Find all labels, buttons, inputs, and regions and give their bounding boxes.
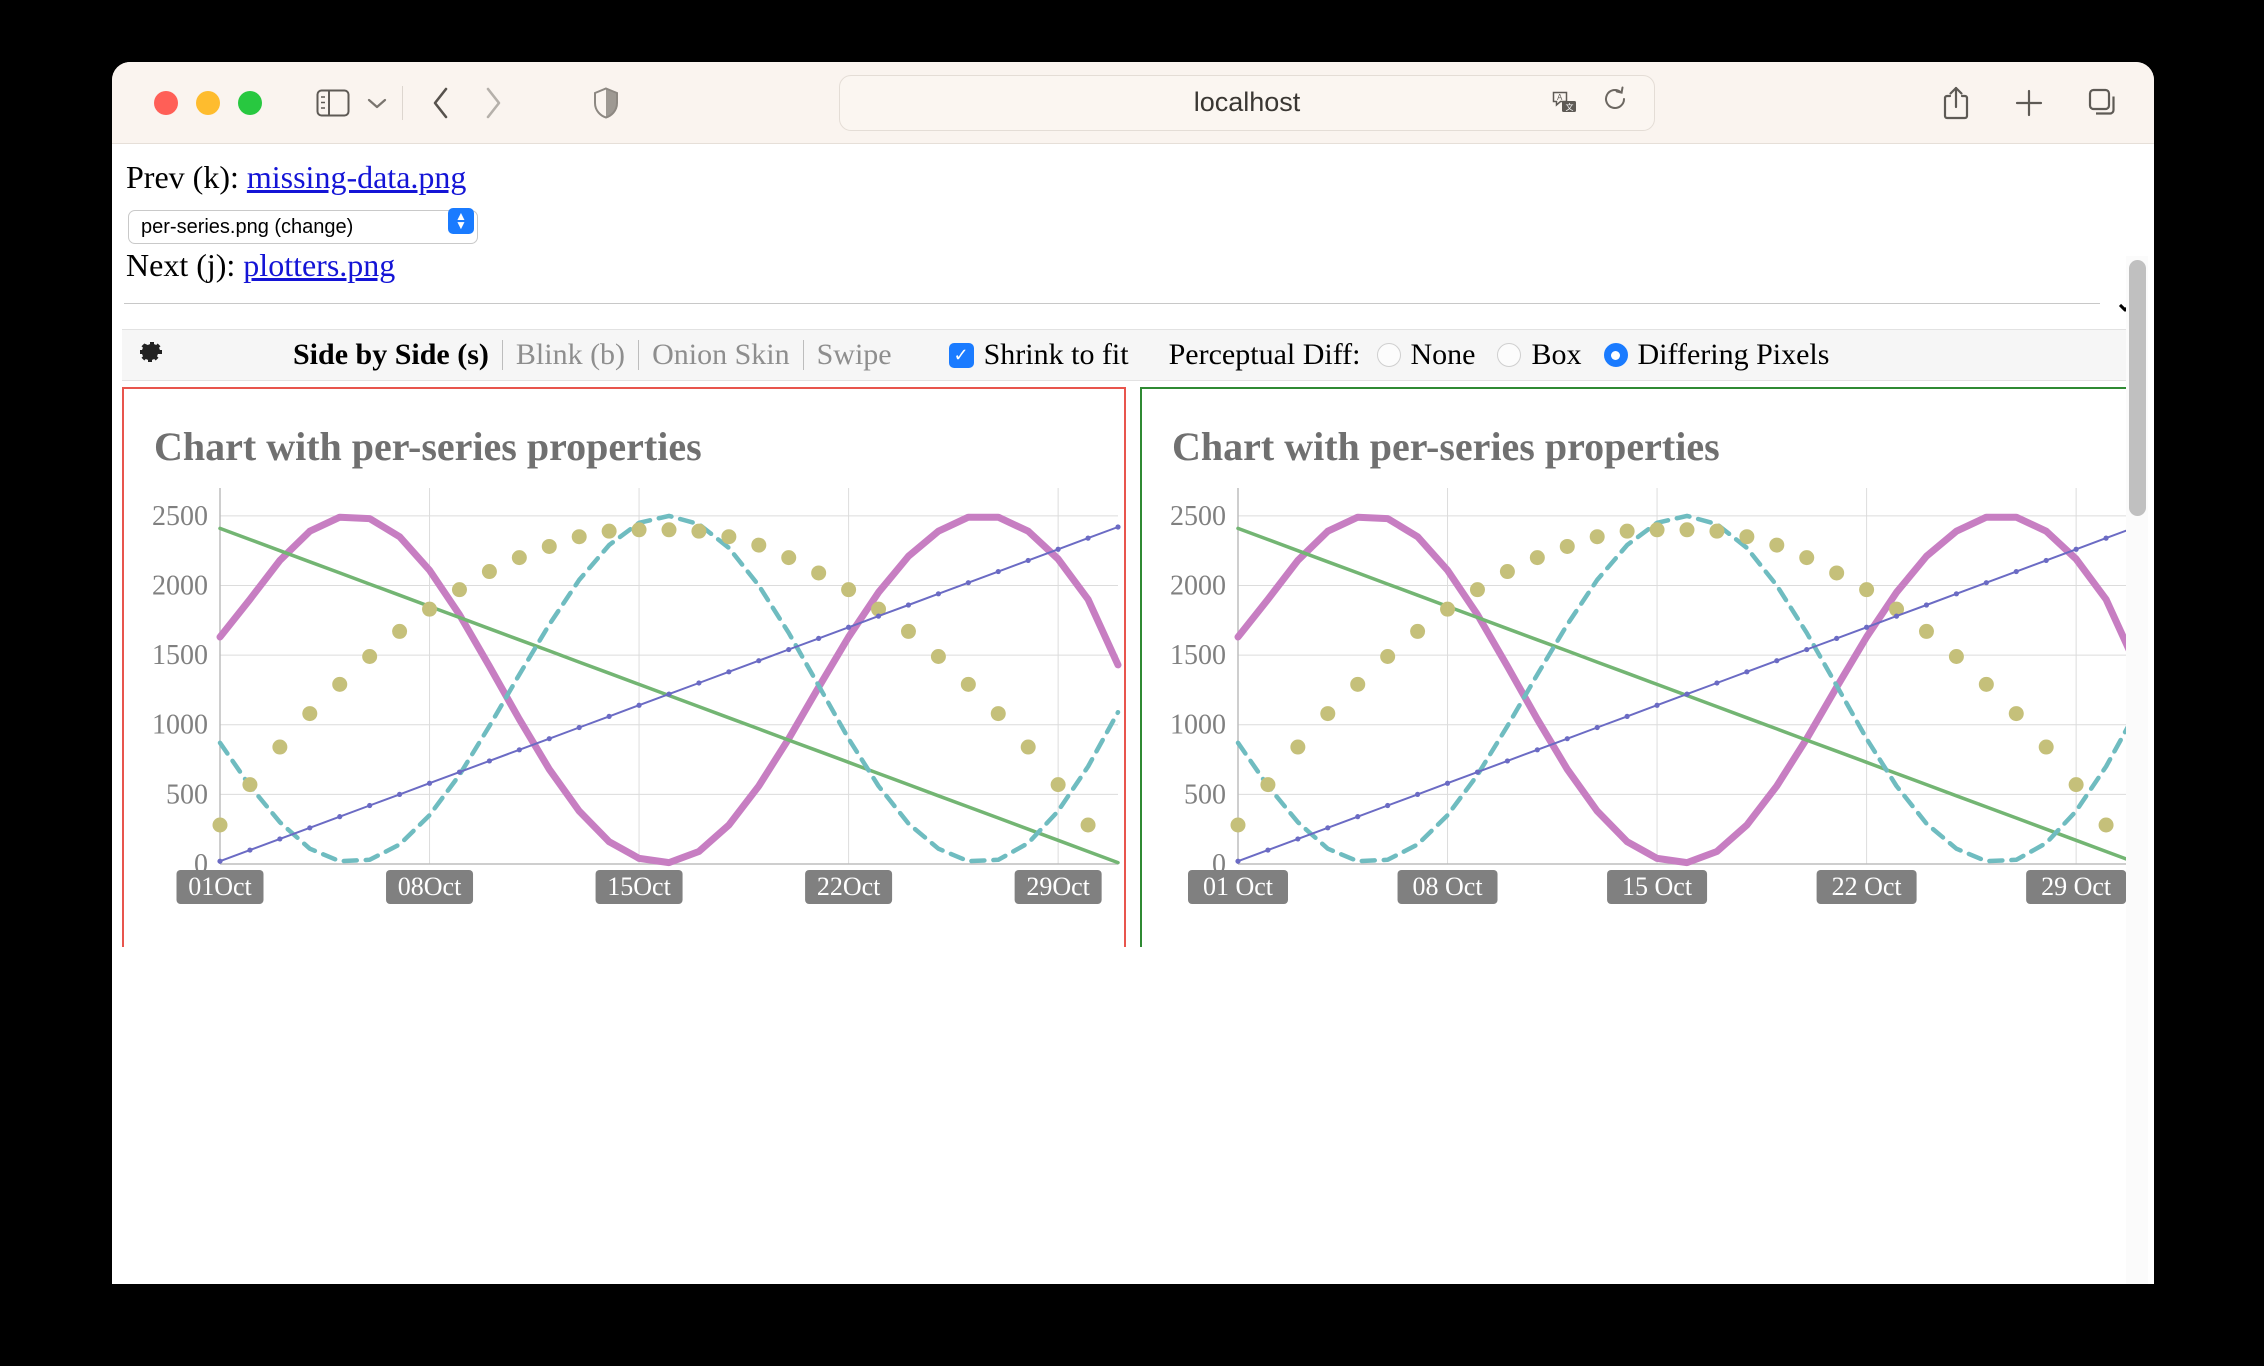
prev-line: Prev (k): missing-data.png: [126, 158, 2154, 198]
navigation-area: Prev (k): missing-data.png per-series.pn…: [112, 144, 2154, 286]
svg-text:22Oct: 22Oct: [817, 872, 881, 901]
shrink-to-fit-checkbox[interactable]: ✓: [948, 342, 974, 368]
toolbar-divider: [402, 85, 403, 120]
chart-right: 0 500 1000 1500 2000 2500 01 Oct 08 Oct 15 Oct 22…: [1142, 470, 2142, 922]
gear-icon[interactable]: [138, 339, 164, 372]
svg-text:15Oct: 15Oct: [607, 872, 671, 901]
sidebar-icon[interactable]: [316, 89, 350, 117]
traffic-lights: [154, 90, 262, 115]
tab-swipe[interactable]: Swipe: [802, 340, 905, 371]
svg-text:29 Oct: 29 Oct: [2041, 872, 2112, 901]
svg-text:29Oct: 29Oct: [1026, 872, 1090, 901]
tab-blink[interactable]: Blink (b): [501, 340, 638, 371]
svg-text:1000: 1000: [152, 710, 208, 741]
zoom-window-button[interactable]: [238, 90, 262, 115]
chrome-right-icons: [1942, 86, 2118, 120]
radio-none[interactable]: [1376, 343, 1401, 368]
browser-toolbar: localhost A 文: [112, 62, 2154, 144]
perceptual-diff-none[interactable]: None: [1376, 338, 1476, 372]
minimize-window-button[interactable]: [196, 90, 220, 115]
radio-box-label: Box: [1531, 338, 1582, 372]
svg-text:15 Oct: 15 Oct: [1622, 872, 1693, 901]
svg-text:1000: 1000: [1170, 710, 1226, 741]
shield-icon[interactable]: [593, 86, 619, 119]
plus-icon[interactable]: [2014, 88, 2044, 118]
close-window-button[interactable]: [154, 90, 178, 115]
browser-window: localhost A 文 Prev (k): missing-data.png…: [112, 62, 2154, 1284]
chart-title-right: Chart with per-series properties: [1172, 424, 1720, 470]
perceptual-diff-label: Perceptual Diff:: [1168, 338, 1361, 372]
prev-label: Prev (k):: [126, 159, 247, 195]
page-content: Prev (k): missing-data.png per-series.pn…: [112, 144, 2154, 1284]
svg-text:500: 500: [1184, 780, 1226, 811]
svg-text:2500: 2500: [1170, 501, 1226, 532]
radio-none-label: None: [1410, 338, 1476, 372]
comparison-panes: Chart with per-series properties 0 500 100…: [122, 387, 2144, 948]
svg-text:1500: 1500: [152, 640, 208, 671]
prev-link[interactable]: missing-data.png: [247, 159, 467, 195]
chart-left: 0 500 1000 1500 2000 2500 01Oct 08Oct 15Oct 22Oct…: [124, 470, 1124, 922]
svg-text:500: 500: [166, 780, 208, 811]
svg-text:22 Oct: 22 Oct: [1832, 872, 1903, 901]
svg-text:文: 文: [1566, 101, 1574, 111]
share-icon[interactable]: [1942, 86, 1970, 120]
pane-left-baseline[interactable]: Chart with per-series properties 0 500 100…: [122, 387, 1126, 948]
svg-text:2000: 2000: [1170, 571, 1226, 602]
pane-right-current[interactable]: Chart with per-series properties 0 500 100…: [1140, 387, 2144, 948]
svg-text:2500: 2500: [152, 501, 208, 532]
page-scrollbar-thumb[interactable]: [2129, 260, 2146, 516]
url-text: localhost: [1193, 87, 1301, 117]
svg-text:1500: 1500: [1170, 640, 1226, 671]
svg-text:08 Oct: 08 Oct: [1413, 872, 1484, 901]
tab-onion-skin[interactable]: Onion Skin: [638, 340, 803, 371]
radio-differing-pixels[interactable]: [1603, 343, 1628, 368]
view-mode-tabs: Side by Side (s) Blink (b) Onion Skin Sw…: [280, 340, 905, 371]
next-label: Next (j):: [126, 246, 244, 283]
translate-icon[interactable]: A 文: [1552, 90, 1578, 116]
radio-box[interactable]: [1497, 343, 1522, 368]
perceptual-diff-differing-pixels[interactable]: Differing Pixels: [1603, 338, 1830, 372]
svg-text:2000: 2000: [152, 571, 208, 602]
chart-title-left: Chart with per-series properties: [154, 424, 702, 470]
back-arrow-icon[interactable]: [431, 86, 451, 120]
file-select-wrapper: per-series.png (change) ▲ ▼: [128, 204, 478, 244]
forward-arrow-icon[interactable]: [483, 86, 503, 120]
svg-text:08Oct: 08Oct: [398, 872, 462, 901]
shrink-to-fit-group[interactable]: ✓ Shrink to fit: [948, 338, 1129, 372]
svg-text:A: A: [1557, 93, 1563, 102]
diff-toolbar: Side by Side (s) Blink (b) Onion Skin Sw…: [122, 329, 2144, 382]
chevron-down-icon[interactable]: [366, 96, 388, 110]
separator-row: ⌄: [124, 289, 2136, 315]
horizontal-rule: [124, 303, 2100, 305]
perceptual-diff-box[interactable]: Box: [1497, 338, 1582, 372]
shrink-to-fit-label: Shrink to fit: [983, 338, 1129, 372]
address-bar[interactable]: localhost A 文: [839, 74, 1655, 131]
tab-side-by-side[interactable]: Side by Side (s): [280, 340, 502, 370]
radio-differing-pixels-label: Differing Pixels: [1637, 338, 1830, 372]
next-link[interactable]: plotters.png: [243, 247, 395, 283]
svg-text:01Oct: 01Oct: [188, 872, 252, 901]
svg-text:01 Oct: 01 Oct: [1203, 872, 1274, 901]
tab-overview-icon[interactable]: [2088, 88, 2118, 118]
reload-icon[interactable]: [1602, 86, 1628, 119]
file-select[interactable]: per-series.png (change): [128, 209, 478, 244]
next-line: Next (j): plotters.png: [126, 246, 2154, 286]
